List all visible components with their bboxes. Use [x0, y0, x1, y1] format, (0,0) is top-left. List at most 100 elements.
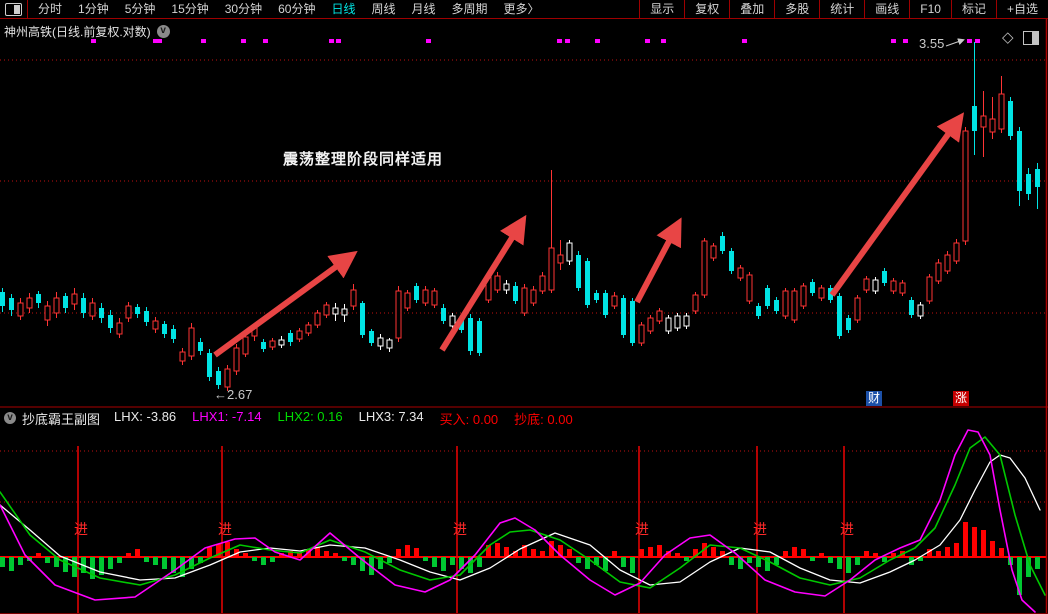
candle-body: [216, 371, 221, 385]
hist-bar-down: [855, 557, 860, 565]
hist-bar-down: [270, 557, 275, 562]
tools-menu-item[interactable]: 标记: [950, 0, 996, 18]
chevron-down-icon[interactable]: v: [156, 25, 170, 38]
candle-body: [422, 289, 429, 304]
candle-body: [782, 290, 789, 317]
tools-menu-item[interactable]: 复权: [684, 0, 729, 18]
candle-body: [0, 292, 5, 306]
hist-bar-up: [531, 549, 536, 557]
signal-dot: [891, 39, 896, 43]
high-label-arrow: [945, 38, 965, 47]
chart-graphics-canvas[interactable]: [0, 0, 1048, 614]
entry-signal-label: 进: [840, 521, 854, 537]
candle-body: [647, 317, 654, 332]
period-menu-item[interactable]: 分时: [30, 0, 70, 18]
candle-marker-badge: 涨: [953, 391, 970, 406]
tools-menu-item[interactable]: 统计: [819, 0, 864, 18]
trend-arrow: [634, 217, 682, 304]
tools-menu-item[interactable]: 多股: [774, 0, 819, 18]
candle-body: [909, 300, 914, 315]
period-menu-item[interactable]: 1分钟: [70, 0, 117, 18]
diamond-marker-icon[interactable]: ◇: [1002, 30, 1014, 45]
hist-bar-down: [117, 557, 122, 563]
period-menu-item[interactable]: 5分钟: [117, 0, 164, 18]
chart-title: 神州高铁(日线.前复权.对数): [4, 25, 151, 39]
candle-body: [26, 297, 33, 309]
period-menu-item[interactable]: 日线: [323, 0, 363, 18]
period-menu-item[interactable]: 15分钟: [163, 0, 216, 18]
candle-body: [224, 368, 231, 388]
candle-body: [36, 294, 41, 303]
hist-bar-down: [252, 557, 257, 561]
hist-bar-down: [747, 557, 752, 563]
hist-bar-down: [0, 557, 5, 567]
hist-bar-down: [423, 557, 428, 561]
high-price-label: 3.55: [919, 36, 945, 51]
candle-body: [261, 342, 266, 349]
entry-signal-label: 进: [453, 521, 467, 537]
candle-body: [935, 262, 942, 282]
period-menu-item[interactable]: 60分钟: [270, 0, 323, 18]
candle-body: [791, 290, 798, 321]
candle-body: [765, 288, 770, 306]
hist-bar-down: [162, 557, 167, 569]
candle-body: [998, 93, 1005, 130]
hist-bar-down: [108, 557, 113, 569]
candle-body: [1026, 174, 1031, 194]
hist-bar-down: [765, 557, 770, 571]
signal-dot: [565, 39, 570, 43]
candle-body: [305, 324, 312, 334]
period-menu: 分时 1分钟 5分钟 15分钟 30分钟 60分钟 日线 周线 月线 多周期 更多〉: [30, 0, 548, 18]
candle-body: [1008, 101, 1013, 136]
candle-body: [953, 242, 960, 262]
candle-body: [494, 275, 501, 291]
menubar: 分时 1分钟 5分钟 15分钟 30分钟 60分钟 日线 周线 月线 多周期 更多〉 显示 复权 叠加多…: [0, 0, 1048, 19]
candle-body: [1017, 131, 1022, 191]
hist-bar-up: [675, 553, 680, 557]
candle-body: [962, 130, 969, 242]
candle-body: [207, 353, 212, 377]
candle-body: [71, 293, 78, 305]
candle-body: [323, 304, 330, 316]
hist-bar-up: [648, 547, 653, 557]
candle-body: [746, 274, 753, 302]
candle-body: [116, 322, 123, 335]
hist-bar-down: [9, 557, 14, 571]
split-window-icon[interactable]: [1022, 30, 1039, 45]
period-menu-item[interactable]: 多周期: [444, 0, 496, 18]
candle-body: [585, 261, 590, 305]
hist-bar-up: [126, 553, 131, 557]
hist-bar-up: [333, 553, 338, 557]
tools-menu-item[interactable]: F10: [909, 0, 951, 18]
period-menu-item[interactable]: 更多〉: [496, 0, 548, 18]
candle-body: [656, 310, 663, 322]
candle-body: [477, 321, 482, 353]
layout-panel-icon[interactable]: [5, 2, 22, 16]
tools-menu-item[interactable]: 画线: [864, 0, 909, 18]
hist-bar-up: [783, 551, 788, 557]
candle-body: [332, 307, 339, 315]
period-menu-item[interactable]: 周线: [363, 0, 403, 18]
tools-menu-item[interactable]: 叠加: [729, 0, 774, 18]
candle-body: [557, 254, 564, 264]
signal-dot: [903, 39, 908, 43]
candle-body: [818, 287, 825, 299]
hist-bar-down: [837, 557, 842, 569]
candle-body: [882, 271, 887, 283]
hist-bar-down: [45, 557, 50, 563]
entry-signal-label: 进: [218, 521, 232, 537]
tools-menu-item[interactable]: 显示: [639, 0, 684, 18]
candle-body: [611, 295, 618, 307]
candle-body: [468, 318, 473, 351]
candle-body: [414, 286, 419, 300]
hist-bar-down: [828, 557, 833, 563]
tdx-app-window: 分时 1分钟 5分钟 15分钟 30分钟 60分钟 日线 周线 月线 多周期 更多〉 显示 复权 叠加多…: [0, 0, 1048, 614]
chevron-down-icon[interactable]: v: [4, 412, 16, 424]
signal-dot: [975, 39, 980, 43]
entry-signal-label: 进: [74, 521, 88, 537]
signal-dot: [661, 39, 666, 43]
tools-menu-item[interactable]: +自选: [995, 0, 1048, 18]
period-menu-item[interactable]: 30分钟: [217, 0, 270, 18]
chart-title-row: 神州高铁(日线.前复权.对数) v: [4, 23, 170, 40]
period-menu-item[interactable]: 月线: [404, 0, 444, 18]
